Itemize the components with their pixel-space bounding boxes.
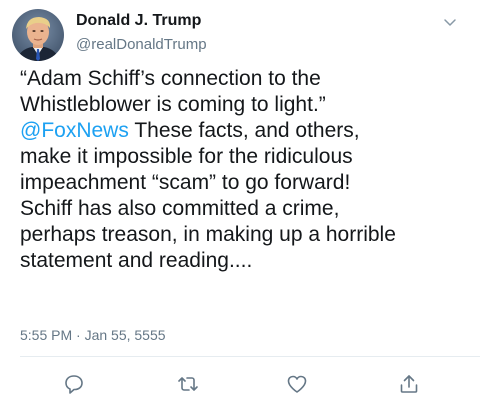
share-icon[interactable]	[397, 372, 421, 396]
tweet-timestamp[interactable]: 5:55 PM · Jan 55, 5555	[20, 327, 166, 343]
tweet-card: Donald J. Trump @realDonaldTrump “Adam S…	[0, 0, 480, 410]
mention-link[interactable]: @FoxNews	[20, 119, 129, 142]
tweet-text-line: statement and reading....	[20, 249, 253, 272]
tweet-text-line: Schiff has also committed a crime,	[20, 197, 340, 220]
divider	[20, 356, 480, 357]
heart-icon[interactable]	[285, 372, 309, 396]
avatar-image	[12, 9, 64, 61]
action-bar	[0, 372, 480, 398]
tweet-text-line: @FoxNews These facts, and others,	[20, 118, 470, 144]
tweet-text-line: perhaps treason, in making up a horrible	[20, 223, 396, 246]
reply-icon[interactable]	[62, 372, 86, 396]
chevron-down-icon[interactable]	[442, 14, 458, 30]
retweet-icon[interactable]	[176, 372, 200, 396]
tweet-text-line: make it impossible for the ridiculous	[20, 145, 353, 168]
tweet-text-fragment: These facts, and others,	[134, 119, 360, 142]
tweet-text-line: “Adam Schiff’s connection to the	[20, 67, 321, 90]
author-display-name[interactable]: Donald J. Trump	[76, 12, 201, 30]
tweet-text-line: Whistleblower is coming to light.”	[20, 93, 326, 116]
author-handle[interactable]: @realDonaldTrump	[76, 36, 207, 53]
profile-avatar[interactable]	[12, 9, 64, 61]
tweet-text-line: impeachment “scam” to go forward!	[20, 171, 351, 194]
tweet-text: “Adam Schiff’s connection to the Whistle…	[20, 66, 470, 274]
